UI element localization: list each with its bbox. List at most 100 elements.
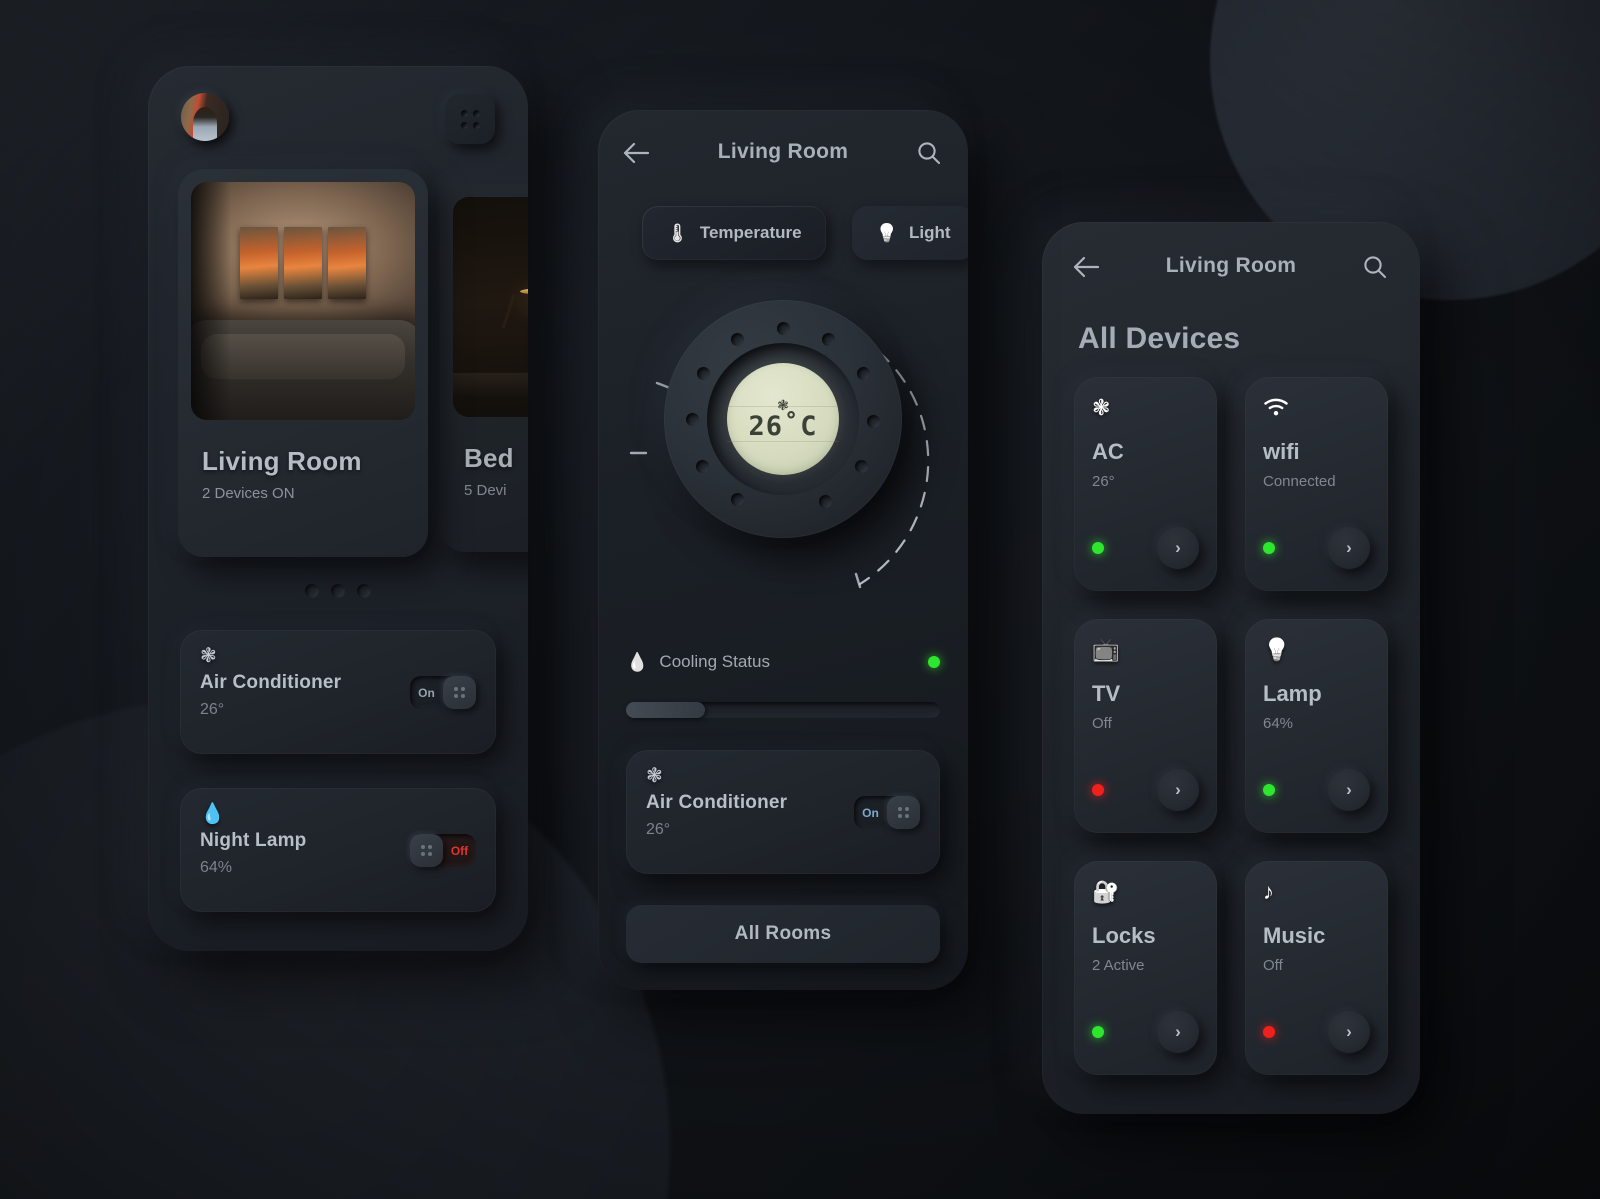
device-card-music[interactable]: ♪ Music Off › (1245, 861, 1388, 1075)
art-panel (240, 227, 278, 299)
device-name: Locks (1092, 923, 1156, 948)
toggle-knob[interactable] (887, 796, 920, 829)
open-device-button[interactable]: › (1157, 527, 1199, 569)
device-card-lamp[interactable]: 💡 Lamp 64% › (1245, 619, 1388, 833)
open-device-button[interactable]: › (1157, 1011, 1199, 1053)
grid-dot (472, 109, 480, 117)
lamp-icon: 💡 (875, 223, 898, 243)
device-row-air-conditioner[interactable]: ❃ Air Conditioner 26° On (626, 750, 940, 874)
card-footer: › (1263, 769, 1370, 811)
knob-dot (905, 806, 910, 811)
pagination-dot[interactable] (305, 584, 319, 598)
fan-icon: ❃ (646, 765, 663, 787)
grid-dot (460, 121, 468, 129)
dial-screw (821, 332, 835, 346)
dial-screw (731, 332, 745, 346)
bedroom-photo (453, 197, 528, 417)
desk (453, 373, 528, 400)
open-device-button[interactable]: › (1328, 769, 1370, 811)
tab-temperature[interactable]: 🌡 Temperature (642, 206, 826, 260)
thermostat-dial[interactable]: ❃ 26˚C (664, 300, 902, 538)
device-name: TV (1092, 681, 1121, 706)
knob-dot (461, 686, 466, 691)
device-row-night-lamp[interactable]: 💧 Night Lamp 64% Off (180, 788, 496, 912)
knob-dot (897, 814, 902, 819)
search-icon[interactable] (916, 140, 942, 166)
pagination-dot[interactable] (357, 584, 371, 598)
open-device-button[interactable]: › (1328, 1011, 1370, 1053)
open-device-button[interactable]: › (1328, 527, 1370, 569)
status-indicator-on (1263, 542, 1275, 554)
search-icon[interactable] (1362, 254, 1388, 280)
device-status: Off (1092, 715, 1112, 732)
cooling-progress-bar[interactable] (626, 702, 940, 718)
dial-screw (686, 412, 700, 426)
device-status: Off (1263, 957, 1283, 974)
dial-screw (696, 367, 710, 381)
device-toggle[interactable]: Off (410, 834, 476, 867)
dial-screw (819, 494, 833, 508)
all-rooms-button[interactable]: All Rooms (626, 905, 940, 963)
room-card-living-room[interactable]: Living Room 2 Devices ON (178, 169, 428, 557)
grid-menu-button[interactable] (445, 94, 495, 144)
cooling-progress-fill (626, 702, 705, 718)
device-status: 26° (1092, 473, 1115, 490)
device-card-tv[interactable]: 📺 TV Off › (1074, 619, 1217, 833)
lamp-icon: 💧 (200, 803, 225, 825)
device-card-locks[interactable]: 🔐 Locks 2 Active › (1074, 861, 1217, 1075)
tab-label: Temperature (699, 223, 802, 242)
device-card-ac[interactable]: ❃ AC 26° › (1074, 377, 1217, 591)
avatar[interactable] (181, 93, 229, 141)
device-name: AC (1092, 439, 1124, 464)
knob-dot (428, 844, 433, 849)
status-indicator-on (1263, 784, 1275, 796)
dial-screw (731, 493, 745, 507)
device-name: Lamp (1263, 681, 1322, 706)
card-footer: › (1092, 527, 1199, 569)
dial-screw (855, 460, 869, 474)
panel-title: Living Room (717, 140, 849, 163)
cooling-status-label: Cooling Status (659, 652, 770, 671)
device-toggle[interactable]: On (854, 796, 920, 829)
device-grid: ❃ AC 26° › wifi Connected › 📺 TV Off › 💡… (1074, 377, 1388, 1075)
art-panel (328, 227, 366, 299)
device-status: Connected (1263, 473, 1336, 490)
tab-light[interactable]: 💡 Light (851, 206, 968, 260)
home-panel: Bed 5 Devi Living Room 2 Devices ON ❃ Ai… (148, 66, 528, 951)
card-footer: › (1263, 1011, 1370, 1053)
knob-dot (461, 694, 466, 699)
device-name: Music (1263, 923, 1326, 948)
knob-dot (905, 814, 910, 819)
music-icon: ♪ (1263, 879, 1274, 904)
status-indicator-on (1092, 1026, 1104, 1038)
fan-icon: ❃ (777, 397, 789, 413)
pagination-dot[interactable] (331, 584, 345, 598)
knob-dot (420, 852, 425, 857)
room-card-bedroom[interactable]: Bed 5 Devi (440, 184, 528, 552)
device-toggle[interactable]: On (410, 676, 476, 709)
device-name: wifi (1263, 439, 1300, 464)
tab-label: Light (909, 223, 951, 242)
water-drop-icon: 💧 (626, 652, 649, 672)
status-indicator-off (1263, 1026, 1275, 1038)
dial-screw (866, 414, 880, 428)
page-title: All Devices (1078, 322, 1241, 355)
device-row-air-conditioner[interactable]: ❃ Air Conditioner 26° On (180, 630, 496, 754)
all-devices-panel: Living Room All Devices ❃ AC 26° › wifi … (1042, 222, 1420, 1114)
carousel-pagination[interactable] (148, 584, 528, 598)
open-device-button[interactable]: › (1157, 769, 1199, 811)
category-tabs: 🌡 Temperature 💡 Light (642, 206, 968, 260)
device-card-wifi[interactable]: wifi Connected › (1245, 377, 1388, 591)
dial-screw (776, 322, 790, 336)
temperature-value: 26˚C (748, 411, 818, 442)
thermostat-area: ❃ 26˚C (598, 288, 968, 618)
toggle-label: On (862, 805, 879, 820)
lcd-display: ❃ 26˚C (727, 363, 839, 475)
toggle-knob[interactable] (410, 834, 443, 867)
room-subtitle: 2 Devices ON (202, 485, 295, 502)
knob-dot (420, 844, 425, 849)
device-status: 64% (1263, 715, 1294, 732)
fan-icon: ❃ (1092, 395, 1111, 420)
toggle-knob[interactable] (443, 676, 476, 709)
status-indicator-on (1092, 542, 1104, 554)
